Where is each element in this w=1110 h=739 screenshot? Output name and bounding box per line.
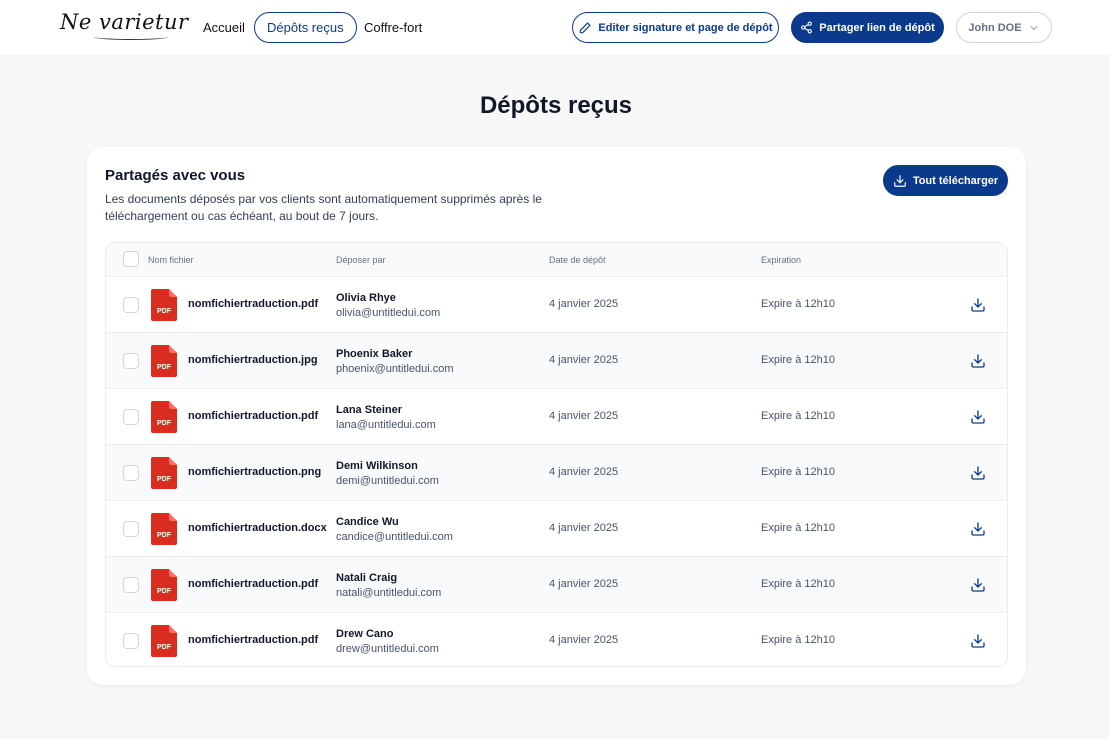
logo-flourish — [94, 34, 168, 40]
nav-coffre-fort[interactable]: Coffre-fort — [351, 12, 435, 43]
share-link-label: Partager lien de dépôt — [819, 21, 935, 34]
page-title: Dépôts reçus — [479, 92, 633, 119]
row-checkbox[interactable] — [123, 465, 139, 481]
file-name[interactable]: nomfichiertraduction.pdf — [188, 298, 318, 310]
depositor-email: phoenix@untitledui.com — [336, 363, 454, 375]
table-row: PDF nomfichiertraduction.pdf Lana Steiner l… — [106, 389, 1007, 445]
table-row: PDF nomfichiertraduction.docx Candice Wu ca… — [106, 501, 1007, 557]
file-name[interactable]: nomfichiertraduction.docx — [188, 522, 327, 534]
column-header-date: Date de dépôt — [549, 255, 606, 265]
pdf-file-icon: PDF — [151, 289, 177, 321]
deposit-date: 4 janvier 2025 — [549, 578, 619, 590]
expiration-text: Expire à 12h10 — [761, 466, 835, 478]
expiration-text: Expire à 12h10 — [761, 298, 835, 310]
table-row: PDF nomfichiertraduction.pdf Drew Cano drew… — [106, 613, 1007, 666]
pdf-file-icon: PDF — [151, 625, 177, 657]
row-checkbox[interactable] — [123, 297, 139, 313]
file-name[interactable]: nomfichiertraduction.pdf — [188, 578, 318, 590]
expiration-text: Expire à 12h10 — [761, 578, 835, 590]
expiration-text: Expire à 12h10 — [761, 522, 835, 534]
edit-signature-button[interactable]: Editer signature et page de dépôt — [572, 12, 779, 43]
pencil-icon — [580, 21, 591, 33]
depositor-name: Drew Cano — [336, 628, 394, 640]
download-icon[interactable] — [970, 521, 986, 537]
pdf-file-icon: PDF — [151, 401, 177, 433]
column-header-by: Déposer par — [336, 255, 386, 265]
column-header-expiration: Expiration — [761, 255, 802, 265]
depositor-name: Natali Craig — [336, 572, 398, 584]
file-name[interactable]: nomfichiertraduction.jpg — [188, 354, 318, 366]
edit-signature-label: Editer signature et page de dépôt — [598, 21, 773, 34]
row-checkbox[interactable] — [123, 521, 139, 537]
nav-depots-recus[interactable]: Dépôts reçus — [254, 12, 357, 43]
user-menu-button[interactable]: John DOE — [956, 12, 1052, 43]
file-name[interactable]: nomfichiertraduction.pdf — [188, 410, 318, 422]
shared-documents-card: Partagés avec vous Les documents déposés… — [87, 147, 1026, 685]
pdf-icon-label: PDF — [157, 532, 172, 539]
row-checkbox[interactable] — [123, 353, 139, 369]
chevron-down-icon — [1030, 25, 1038, 30]
deposit-date: 4 janvier 2025 — [549, 354, 619, 366]
deposit-date: 4 janvier 2025 — [549, 298, 619, 310]
pdf-icon-label: PDF — [157, 364, 172, 371]
pdf-icon-label: PDF — [157, 476, 172, 483]
depositor-email: drew@untitledui.com — [336, 643, 439, 655]
pdf-icon-label: PDF — [157, 644, 172, 651]
card-title: Partagés avec vous — [105, 167, 246, 184]
download-all-button[interactable]: Tout télécharger — [883, 165, 1008, 196]
row-checkbox[interactable] — [123, 409, 139, 425]
download-icon[interactable] — [970, 633, 986, 649]
pdf-file-icon: PDF — [151, 345, 177, 377]
file-name[interactable]: nomfichiertraduction.png — [188, 466, 321, 478]
depositor-name: Demi Wilkinson — [336, 460, 418, 472]
pdf-icon-label: PDF — [157, 588, 172, 595]
depositor-email: olivia@untitledui.com — [336, 307, 441, 319]
download-icon[interactable] — [970, 465, 986, 481]
column-header-file: Nom fichier — [148, 255, 194, 265]
download-all-label: Tout télécharger — [912, 174, 999, 187]
depositor-name: Lana Steiner — [336, 404, 403, 416]
depositor-email: natali@untitledui.com — [336, 587, 442, 599]
share-link-button[interactable]: Partager lien de dépôt — [791, 12, 944, 43]
depositor-name: Candice Wu — [336, 516, 399, 528]
download-icon — [893, 174, 906, 187]
file-name[interactable]: nomfichiertraduction.pdf — [188, 634, 318, 646]
row-checkbox[interactable] — [123, 577, 139, 593]
pdf-icon-label: PDF — [157, 420, 172, 427]
table-header: Nom fichier Déposer par Date de dépôt Ex… — [106, 243, 1007, 277]
table-row: PDF nomfichiertraduction.pdf Olivia Rhye ol… — [106, 277, 1007, 333]
depositor-name: Phoenix Baker — [336, 348, 413, 360]
expiration-text: Expire à 12h10 — [761, 634, 835, 646]
expiration-text: Expire à 12h10 — [761, 354, 835, 366]
download-icon[interactable] — [970, 353, 986, 369]
pdf-file-icon: PDF — [151, 457, 177, 489]
download-icon[interactable] — [970, 577, 986, 593]
depositor-email: demi@untitledui.com — [336, 475, 439, 487]
top-navigation-bar: Ne varietur Accueil Dépôts reçus Coffre-… — [0, 0, 1110, 55]
table-row: PDF nomfichiertraduction.pdf Natali Craig n… — [106, 557, 1007, 613]
download-icon[interactable] — [970, 297, 986, 313]
table-row: PDF nomfichiertraduction.png Demi Wilkinso… — [106, 445, 1007, 501]
documents-table: Nom fichier Déposer par Date de dépôt Ex… — [105, 242, 1008, 667]
pdf-file-icon: PDF — [151, 569, 177, 601]
table-row: PDF nomfichiertraduction.jpg Phoenix Baker… — [106, 333, 1007, 389]
select-all-checkbox[interactable] — [123, 251, 139, 267]
share-icon — [801, 21, 813, 34]
deposit-date: 4 janvier 2025 — [549, 634, 619, 646]
pdf-file-icon: PDF — [151, 513, 177, 545]
depositor-name: Olivia Rhye — [336, 292, 396, 304]
logo[interactable]: Ne varietur — [60, 10, 189, 34]
user-name: John DOE — [968, 21, 1022, 34]
expiration-text: Expire à 12h10 — [761, 410, 835, 422]
depositor-email: lana@untitledui.com — [336, 419, 436, 431]
depositor-email: candice@untitledui.com — [336, 531, 453, 543]
deposit-date: 4 janvier 2025 — [549, 466, 619, 478]
nav-accueil[interactable]: Accueil — [190, 12, 258, 43]
row-checkbox[interactable] — [123, 633, 139, 649]
deposit-date: 4 janvier 2025 — [549, 410, 619, 422]
deposit-date: 4 janvier 2025 — [549, 522, 619, 534]
pdf-icon-label: PDF — [157, 308, 172, 315]
card-description: Les documents déposés par vos clients so… — [105, 192, 542, 223]
download-icon[interactable] — [970, 409, 986, 425]
